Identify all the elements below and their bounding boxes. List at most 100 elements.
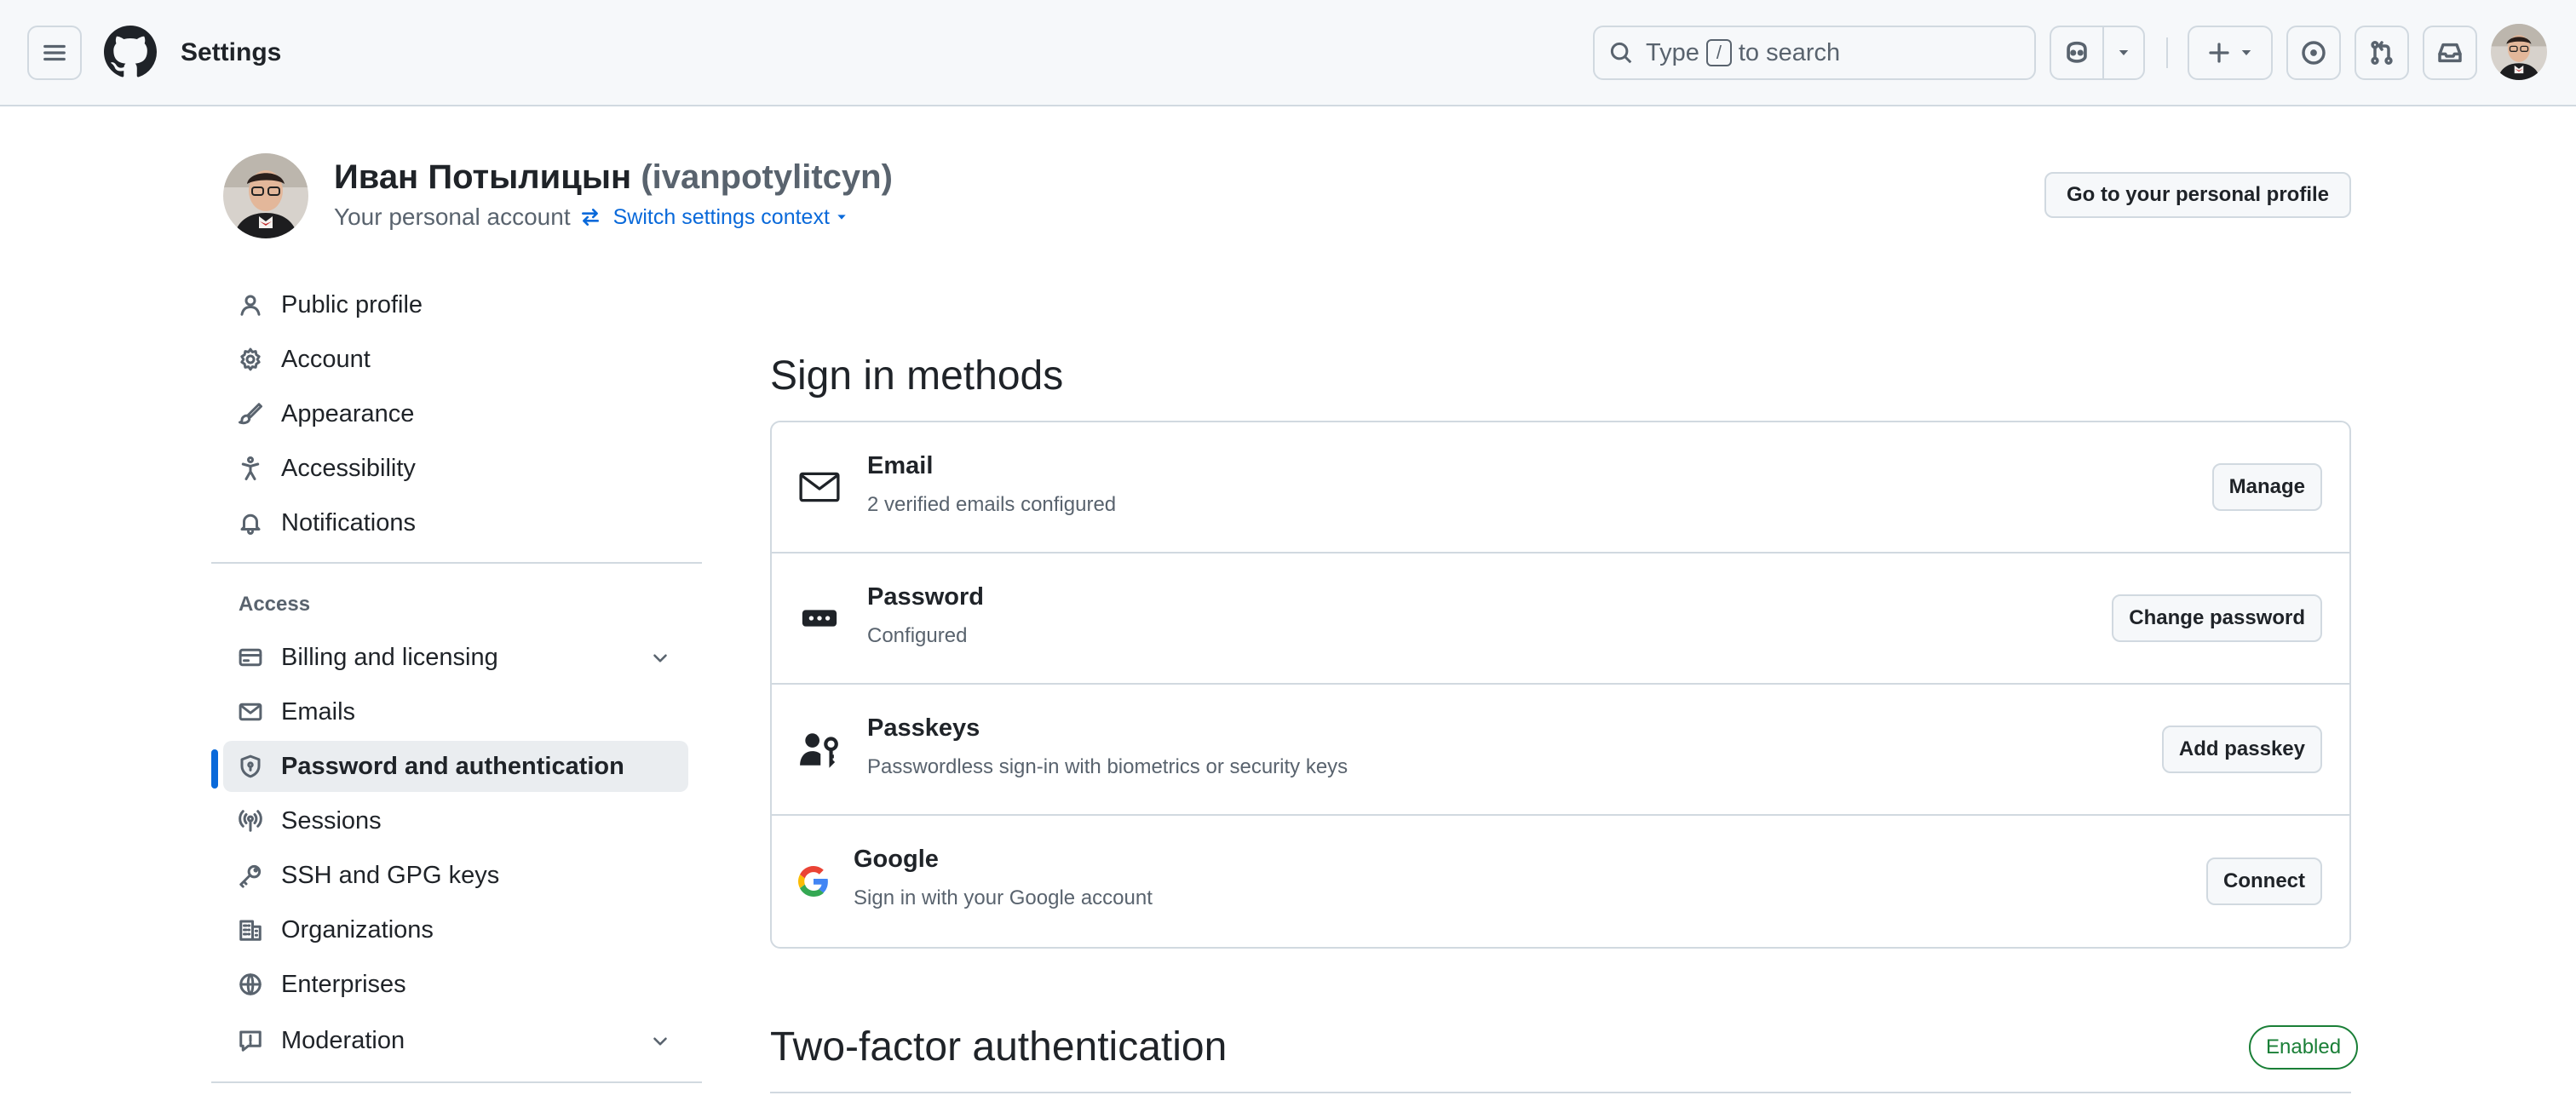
sidebar-section-heading: Access bbox=[239, 593, 311, 616]
search-icon bbox=[1610, 42, 1632, 64]
credit-card-icon bbox=[235, 642, 266, 673]
sidebar-item-sessions[interactable]: Sessions bbox=[223, 795, 688, 846]
sign-in-methods-list: Email 2 verified emails configured Manag… bbox=[770, 421, 2351, 949]
menu-button[interactable] bbox=[27, 26, 82, 80]
copilot-button[interactable] bbox=[2050, 26, 2104, 80]
search-input[interactable]: Type / to search bbox=[1593, 26, 2036, 80]
method-description: Configured bbox=[867, 624, 968, 647]
search-shortcut-key: / bbox=[1705, 39, 1732, 66]
hamburger-icon bbox=[43, 44, 66, 61]
sidebar-item-password-authentication[interactable]: Password and authentication bbox=[223, 741, 688, 792]
add-passkey-button[interactable]: Add passkey bbox=[2161, 726, 2322, 773]
sidebar-divider bbox=[211, 562, 702, 564]
paintbrush-icon bbox=[235, 399, 266, 429]
account-type-label: Your personal account bbox=[334, 204, 571, 230]
search-prefix: Type bbox=[1646, 38, 1699, 66]
inbox-icon bbox=[2438, 43, 2462, 63]
password-icon bbox=[797, 596, 842, 640]
method-title: Passkeys bbox=[867, 714, 980, 742]
profile-display-name: Иван Потылицын bbox=[334, 158, 632, 196]
profile-subtitle: Your personal account Switch settings co… bbox=[334, 203, 860, 232]
chevron-down-icon bbox=[653, 1037, 667, 1046]
sidebar-item-label: Appearance bbox=[281, 399, 415, 427]
sidebar-item-emails[interactable]: Emails bbox=[223, 686, 688, 737]
change-password-button[interactable]: Change password bbox=[2112, 594, 2322, 642]
key-icon bbox=[235, 860, 266, 891]
manage-email-button[interactable]: Manage bbox=[2211, 463, 2322, 511]
switch-context-link[interactable]: Switch settings context bbox=[579, 203, 860, 232]
status-badge: Enabled bbox=[2249, 1025, 2359, 1070]
sidebar-item-label: SSH and GPG keys bbox=[281, 861, 500, 889]
sidebar-item-billing[interactable]: Billing and licensing bbox=[223, 632, 688, 683]
arrow-switch-icon bbox=[581, 209, 599, 226]
gear-icon bbox=[235, 344, 266, 375]
sidebar-item-notifications[interactable]: Notifications bbox=[223, 497, 688, 548]
avatar bbox=[223, 153, 308, 238]
mail-icon bbox=[797, 465, 842, 509]
sidebar-item-organizations[interactable]: Organizations bbox=[223, 904, 688, 955]
active-indicator bbox=[211, 749, 218, 789]
section-divider bbox=[770, 1092, 2351, 1093]
sidebar-item-public-profile[interactable]: Public profile bbox=[223, 279, 688, 330]
sidebar-item-ssh-gpg-keys[interactable]: SSH and GPG keys bbox=[223, 850, 688, 901]
user-avatar-menu[interactable] bbox=[2491, 24, 2547, 80]
google-icon bbox=[794, 862, 833, 901]
broadcast-icon bbox=[235, 806, 266, 836]
inbox-button[interactable] bbox=[2423, 26, 2477, 80]
section-title-two-factor: Two-factor authentication bbox=[770, 1024, 1228, 1070]
sidebar-item-label: Moderation bbox=[281, 1026, 405, 1054]
caret-down-icon bbox=[837, 215, 846, 220]
pull-requests-button[interactable] bbox=[2355, 26, 2409, 80]
sidebar-item-enterprises[interactable]: Enterprises bbox=[223, 959, 688, 1010]
header-divider bbox=[2166, 37, 2168, 68]
shield-lock-icon bbox=[235, 751, 266, 782]
sidebar-item-label: Sessions bbox=[281, 806, 382, 835]
report-icon bbox=[235, 1025, 266, 1056]
organization-icon bbox=[235, 915, 266, 945]
sidebar-item-appearance[interactable]: Appearance bbox=[223, 388, 688, 439]
github-logo-icon[interactable] bbox=[104, 26, 157, 78]
sidebar-item-label: Public profile bbox=[281, 290, 423, 318]
caret-down-icon bbox=[2119, 50, 2129, 55]
mail-icon bbox=[235, 697, 266, 727]
issue-icon bbox=[2302, 41, 2326, 65]
header-title[interactable]: Settings bbox=[181, 37, 281, 68]
method-title: Email bbox=[867, 452, 934, 479]
list-item-password: Password Configured Change password bbox=[772, 554, 2349, 685]
switch-context-label: Switch settings context bbox=[612, 205, 830, 229]
sidebar-item-label: Accessibility bbox=[281, 454, 416, 482]
accessibility-icon bbox=[235, 453, 266, 484]
pull-request-icon bbox=[2371, 40, 2393, 65]
issues-button[interactable] bbox=[2286, 26, 2341, 80]
method-description: 2 verified emails configured bbox=[867, 493, 1117, 516]
list-item-google: Google Sign in with your Google account … bbox=[772, 816, 2349, 947]
sidebar-item-moderation[interactable]: Moderation bbox=[223, 1015, 688, 1066]
go-to-profile-button[interactable]: Go to your personal profile bbox=[2044, 172, 2351, 218]
sidebar-divider bbox=[211, 1081, 702, 1083]
plus-icon bbox=[2209, 43, 2229, 63]
sidebar-item-accessibility[interactable]: Accessibility bbox=[223, 443, 688, 494]
method-title: Google bbox=[854, 846, 939, 873]
passkey-icon bbox=[797, 727, 842, 771]
sidebar-item-label: Organizations bbox=[281, 915, 434, 944]
create-new-button[interactable] bbox=[2188, 26, 2273, 80]
copilot-icon bbox=[2067, 41, 2087, 63]
person-icon bbox=[235, 290, 266, 320]
sidebar-item-label: Password and authentication bbox=[281, 752, 624, 780]
sidebar-item-label: Emails bbox=[281, 697, 356, 726]
chevron-down-icon bbox=[653, 654, 667, 662]
list-item-email: Email 2 verified emails configured Manag… bbox=[772, 422, 2349, 554]
sidebar-item-label: Account bbox=[281, 345, 371, 373]
connect-google-button[interactable]: Connect bbox=[2206, 857, 2322, 905]
list-item-passkeys: Passkeys Passwordless sign-in with biome… bbox=[772, 685, 2349, 816]
method-description: Passwordless sign-in with biometrics or … bbox=[867, 755, 1348, 778]
top-header: Settings Type / to search bbox=[0, 0, 2576, 106]
sidebar-item-account[interactable]: Account bbox=[223, 334, 688, 385]
sidebar-item-label: Billing and licensing bbox=[281, 643, 498, 671]
globe-icon bbox=[235, 969, 266, 1000]
profile-avatar bbox=[223, 153, 308, 238]
section-title-sign-in-methods: Sign in methods bbox=[770, 353, 1064, 399]
profile-name: Иван Потылицын (ivanpotylitcyn) bbox=[334, 157, 893, 198]
sidebar-item-label: Notifications bbox=[281, 508, 416, 536]
copilot-dropdown-button[interactable] bbox=[2102, 26, 2145, 80]
